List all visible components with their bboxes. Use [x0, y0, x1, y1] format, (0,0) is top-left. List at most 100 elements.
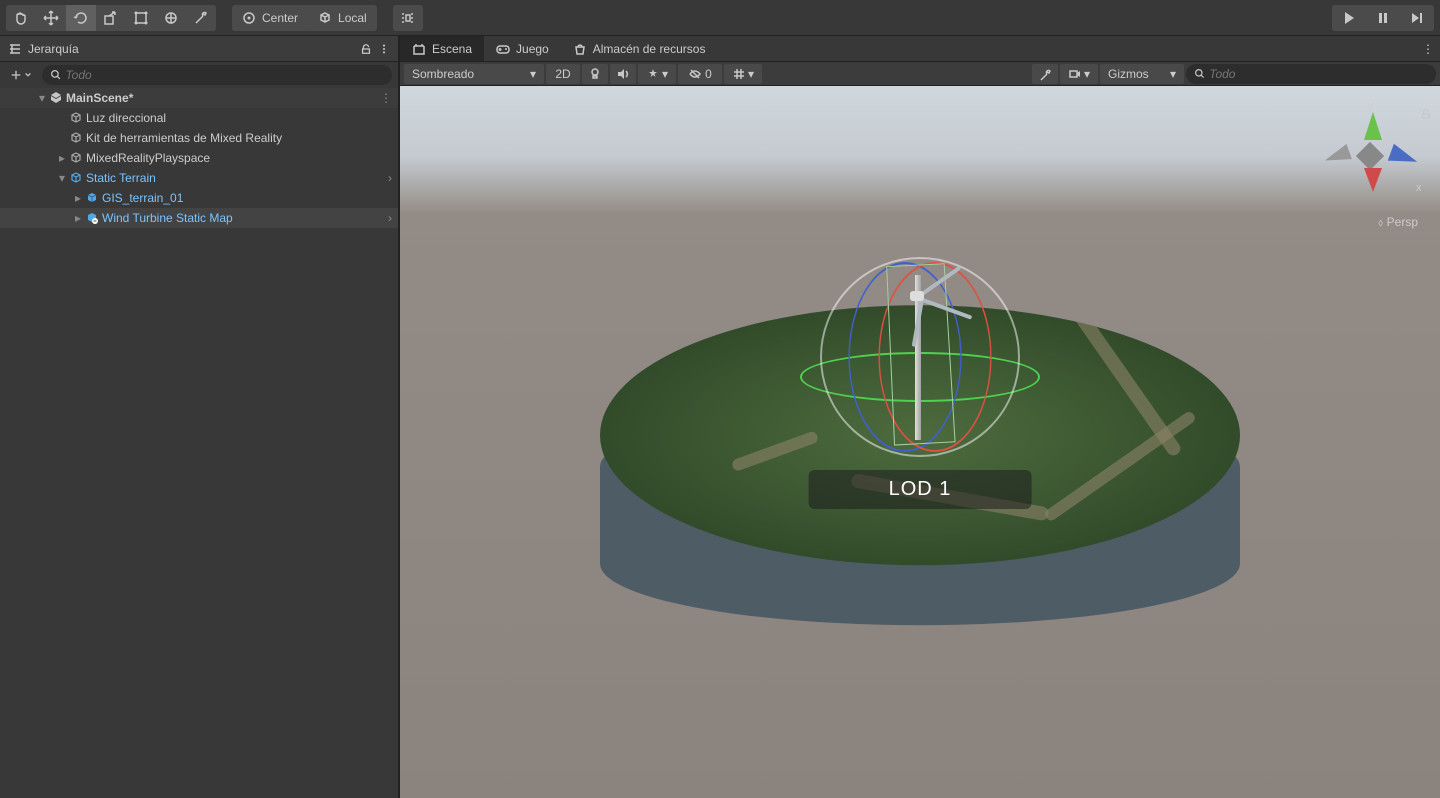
panel-menu-icon[interactable]	[378, 42, 390, 56]
prefab-icon	[84, 210, 100, 226]
gameobject-icon	[68, 110, 84, 126]
transform-tool-button[interactable]	[156, 5, 186, 31]
scene-tools-button[interactable]	[1032, 64, 1058, 84]
step-button[interactable]	[1400, 5, 1434, 31]
tree-item-label: Kit de herramientas de Mixed Reality	[86, 131, 282, 145]
prefab-icon	[84, 190, 100, 206]
pivot-group: Center Local	[232, 5, 377, 31]
expand-arrow-icon[interactable]: ▸	[56, 152, 68, 164]
gizmos-dropdown[interactable]: Gizmos ▾	[1100, 64, 1184, 84]
hierarchy-header: Jerarquía	[0, 36, 398, 62]
viewport-lock-icon[interactable]	[1420, 108, 1432, 123]
row-chevron-icon[interactable]: ›	[388, 211, 392, 225]
hidden-objects-button[interactable]: 0	[678, 64, 722, 84]
lock-icon[interactable]	[360, 42, 372, 56]
hand-tool-button[interactable]	[6, 5, 36, 31]
mode-2d-label: 2D	[555, 67, 570, 81]
gameobject-icon	[68, 130, 84, 146]
main-toolbar: Center Local	[0, 0, 1440, 36]
scene-row[interactable]: ▾ MainScene* ⋮	[0, 88, 398, 108]
hierarchy-search[interactable]	[42, 65, 392, 85]
expand-arrow-icon[interactable]	[56, 112, 68, 124]
effects-dropdown-button[interactable]: ▾	[638, 64, 676, 84]
scene-tab-icon	[412, 42, 426, 56]
expand-arrow-icon[interactable]: ▾	[36, 92, 48, 104]
scene-search[interactable]	[1186, 64, 1436, 84]
transform-tool-group	[6, 5, 216, 31]
scale-icon	[103, 10, 119, 26]
playback-controls	[1332, 5, 1434, 31]
rotation-gizmo[interactable]	[810, 247, 1030, 467]
tree-row[interactable]: ▾ Static Terrain ›	[0, 168, 398, 188]
hierarchy-panel: Jerarquía ▾ MainScene* ⋮	[0, 36, 400, 798]
center-label: Center	[262, 11, 298, 25]
expand-arrow-icon[interactable]	[56, 132, 68, 144]
tree-item-label: Static Terrain	[86, 171, 156, 185]
light-icon	[588, 67, 602, 81]
projection-label[interactable]: ⬨ Persp	[1378, 214, 1418, 230]
wrench-icon	[1038, 67, 1052, 81]
view-tabs: Escena Juego Almacén de recursos ⋮	[400, 36, 1440, 62]
tree-item-label: Wind Turbine Static Map	[102, 211, 233, 225]
play-button[interactable]	[1332, 5, 1366, 31]
tab-game[interactable]: Juego	[484, 36, 561, 61]
expand-arrow-icon[interactable]: ▸	[72, 192, 84, 204]
tree-row[interactable]: Kit de herramientas de Mixed Reality	[0, 128, 398, 148]
tab-scene[interactable]: Escena	[400, 36, 484, 61]
hierarchy-search-input[interactable]	[65, 68, 384, 82]
scene-name: MainScene*	[66, 91, 133, 105]
scene-viewport[interactable]: LOD 1 y x ⬨ Persp	[400, 86, 1440, 798]
lighting-toggle-button[interactable]	[582, 64, 608, 84]
tab-asset-store[interactable]: Almacén de recursos	[561, 36, 718, 61]
pivot-local-button[interactable]: Local	[308, 5, 377, 31]
tab-game-label: Juego	[516, 42, 549, 56]
axis-x[interactable]	[1388, 144, 1420, 170]
gizmo-center[interactable]	[1356, 142, 1384, 170]
asset-store-icon	[573, 42, 587, 56]
expand-arrow-icon[interactable]: ▸	[72, 212, 84, 224]
tree-row[interactable]: ▸ GIS_terrain_01	[0, 188, 398, 208]
move-tool-button[interactable]	[36, 5, 66, 31]
gameobject-icon	[68, 150, 84, 166]
camera-dropdown-button[interactable]: ▾	[1060, 64, 1098, 84]
hierarchy-icon	[8, 42, 22, 56]
hierarchy-toolbar	[0, 62, 398, 88]
tree-item-label: GIS_terrain_01	[102, 191, 183, 205]
rect-tool-button[interactable]	[126, 5, 156, 31]
tabs-menu-button[interactable]: ⋮	[1416, 36, 1440, 61]
rotate-icon	[73, 10, 89, 26]
orientation-gizmo[interactable]: y x	[1320, 106, 1420, 226]
snap-button[interactable]	[393, 5, 423, 31]
gizmos-label: Gizmos	[1108, 67, 1149, 81]
tree-row[interactable]: Luz direccional	[0, 108, 398, 128]
tree-row[interactable]: ▸ Wind Turbine Static Map ›	[0, 208, 398, 228]
tree-row[interactable]: ▸ MixedRealityPlayspace	[0, 148, 398, 168]
audio-toggle-button[interactable]	[610, 64, 636, 84]
grid-dropdown-button[interactable]: ▾	[724, 64, 762, 84]
tree-item-label: MixedRealityPlayspace	[86, 151, 210, 165]
chevron-down-icon: ▾	[748, 67, 754, 81]
toggle-2d-button[interactable]: 2D	[546, 64, 580, 84]
shading-mode-dropdown[interactable]: Sombreado ▾	[404, 64, 544, 84]
unity-scene-icon	[48, 90, 64, 106]
axis-label-x: x	[1416, 182, 1422, 194]
rotate-tool-button[interactable]	[66, 5, 96, 31]
add-object-button[interactable]	[6, 67, 36, 83]
expand-arrow-icon[interactable]: ▾	[56, 172, 68, 184]
axis-y[interactable]	[1364, 112, 1382, 140]
axis-neg-x[interactable]	[1322, 144, 1352, 168]
scale-tool-button[interactable]	[96, 5, 126, 31]
tab-asset-store-label: Almacén de recursos	[593, 42, 706, 56]
step-icon	[1409, 10, 1425, 26]
pause-button[interactable]	[1366, 5, 1400, 31]
row-menu-icon[interactable]: ⋮	[380, 91, 392, 105]
custom-tools-button[interactable]	[186, 5, 216, 31]
row-chevron-icon[interactable]: ›	[388, 171, 392, 185]
axis-z[interactable]	[1364, 168, 1382, 192]
scene-search-input[interactable]	[1209, 67, 1428, 81]
turbine-hub	[910, 291, 924, 301]
pivot-center-button[interactable]: Center	[232, 5, 308, 31]
pause-icon	[1375, 10, 1391, 26]
chevron-down-icon: ▾	[1170, 67, 1176, 81]
search-icon	[50, 69, 61, 80]
